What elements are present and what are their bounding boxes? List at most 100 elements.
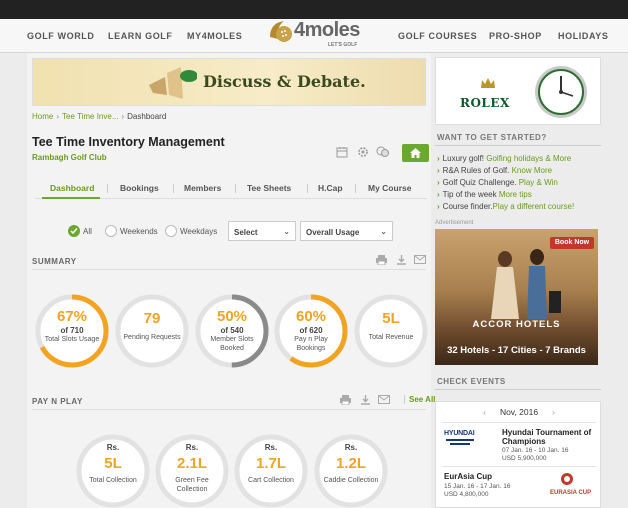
tab-hcap[interactable]: H.Cap	[318, 183, 343, 193]
mail-icon[interactable]	[378, 395, 390, 404]
summary-card[interactable]: 50% of 540 Member Slots Booked	[194, 293, 270, 369]
tab-members[interactable]: Members	[184, 183, 221, 193]
get-started-item[interactable]: › Golf Quiz Challenge. Play & Win	[437, 178, 558, 187]
card-label: Caddie Collection	[323, 477, 379, 484]
rolex-ad[interactable]: ROLEX	[435, 57, 601, 125]
nav-pro-shop[interactable]: PRO-SHOP	[489, 31, 542, 41]
get-started-item[interactable]: › Tip of the week More tips	[437, 190, 532, 199]
breadcrumb-home[interactable]: Home	[32, 112, 53, 121]
crown-icon	[481, 78, 495, 88]
summary-card[interactable]: 67% of 710 Total Slots Usage	[34, 293, 110, 369]
event-dates: 15 Jan. 16 - 17 Jan. 16	[444, 483, 511, 490]
chevron-left-icon[interactable]: ‹	[483, 407, 486, 417]
event-prize: USD 4,800,000	[444, 491, 489, 498]
ring-track	[115, 294, 189, 368]
chevron-right-icon[interactable]: ›	[552, 407, 555, 417]
print-icon[interactable]	[376, 254, 387, 265]
card-value: 67%	[56, 308, 88, 325]
tab-divider	[235, 184, 236, 193]
breadcrumb-sep-icon: ›	[121, 112, 125, 121]
event-title: Hyundai Tournament of Champions	[502, 428, 592, 446]
tab-divider	[107, 184, 108, 193]
summary-heading: SUMMARY	[32, 257, 77, 266]
travel-couple-illustration	[491, 249, 561, 319]
hyundai-logo: HYUNDAI	[444, 430, 475, 437]
get-started-item[interactable]: › R&A Rules of Golf. Know More	[437, 166, 552, 175]
event-dates: 07 Jan. 16 - 10 Jan. 16	[502, 447, 569, 454]
filter-bar: All Weekends Weekdays Select ⌄ Overall U…	[65, 221, 425, 243]
arrow-right-icon: ›	[437, 166, 440, 175]
event-prize: USD 5,900,000	[502, 455, 547, 462]
card-value: 5L	[382, 310, 400, 327]
card-value: 5L	[104, 455, 122, 472]
banner-title: Discuss & Debate.	[203, 72, 366, 91]
mail-icon[interactable]	[414, 255, 426, 264]
logo-text: 4moles	[294, 19, 360, 41]
eurasia-cup-logo: EURASIA CUP	[550, 490, 592, 496]
accor-stats: 32 Hotels - 17 Cities - 7 Brands	[447, 345, 586, 356]
breadcrumb: Home › Tee Time Inve... › Dashboard	[32, 112, 166, 121]
currency-prefix: Rs.	[185, 443, 199, 452]
main-content: Discuss & Debate. Home › Tee Time Inve... ›…	[27, 53, 435, 508]
tab-divider	[307, 184, 308, 193]
nav-learn-golf[interactable]: LEARN GOLF	[108, 31, 173, 41]
nav-golf-world[interactable]: GOLF WORLD	[27, 31, 95, 41]
tab-divider	[173, 184, 174, 193]
card-value: 79	[143, 310, 161, 327]
paynplay-heading: PAY N PLAY	[32, 397, 83, 406]
currency-prefix: Rs.	[344, 443, 358, 452]
get-started-item[interactable]: › Course finder.Play a different course!	[437, 202, 574, 211]
nav-my4moles[interactable]: MY4MOLES	[187, 31, 242, 41]
progress-ring	[354, 294, 428, 368]
paynplay-card[interactable]: Rs. 5L Total Collection	[75, 433, 151, 508]
download-icon[interactable]	[396, 254, 407, 265]
radio-all[interactable]	[68, 225, 80, 237]
summary-divider	[32, 269, 426, 270]
radio-weekdays-label: Weekdays	[180, 227, 218, 236]
progress-ring	[115, 294, 189, 368]
active-tab-indicator	[42, 197, 100, 199]
home-icon	[410, 148, 421, 158]
arrow-right-icon: ›	[437, 190, 440, 199]
chevron-down-icon: ⌄	[380, 227, 387, 236]
check-icon	[70, 228, 78, 235]
gear-icon[interactable]	[357, 146, 369, 158]
ring-track	[354, 294, 428, 368]
select-dropdown[interactable]: Select ⌄	[228, 221, 296, 241]
card-value: 60%	[295, 308, 327, 325]
home-button[interactable]	[402, 144, 429, 162]
get-started-item[interactable]: › Luxury golf! Golfing holidays & More	[437, 154, 571, 163]
download-icon[interactable]	[360, 394, 371, 405]
currency-prefix: Rs.	[264, 443, 278, 452]
tab-tee-sheets[interactable]: Tee Sheets	[247, 183, 291, 193]
usage-dropdown[interactable]: Overall Usage ⌄	[300, 221, 393, 241]
tab-dashboard[interactable]: Dashboard	[50, 183, 94, 193]
site-logo[interactable]: 4moles LET'S GOLF	[266, 15, 362, 49]
arrow-right-icon: ›	[437, 154, 440, 163]
radio-weekends[interactable]	[105, 225, 117, 237]
discuss-banner[interactable]: Discuss & Debate.	[32, 58, 426, 106]
summary-card[interactable]: 5L Total Revenue	[353, 293, 429, 369]
paynplay-card[interactable]: Rs. 2.1L Green Fee Collection	[154, 433, 230, 508]
usage-value: Overall Usage	[306, 228, 360, 237]
tab-my-course[interactable]: My Course	[368, 183, 411, 193]
book-now-button[interactable]: Book Now	[550, 237, 594, 249]
radio-weekdays[interactable]	[165, 225, 177, 237]
calendar-icon[interactable]	[336, 146, 348, 158]
nav-holidays[interactable]: HOLIDAYS	[558, 31, 608, 41]
golf-ball-logo-icon	[270, 21, 292, 42]
nav-golf-courses[interactable]: GOLF COURSES	[398, 31, 477, 41]
print-icon[interactable]	[340, 394, 351, 405]
paynplay-card[interactable]: Rs. 1.2L Caddie Collection	[313, 433, 389, 508]
get-started-heading: WANT TO GET STARTED?	[437, 133, 547, 142]
summary-card[interactable]: 79 Pending Requests	[114, 293, 190, 369]
page-title: Tee Time Inventory Management	[32, 135, 225, 149]
breadcrumb-parent[interactable]: Tee Time Inve...	[62, 112, 118, 121]
chat-icon[interactable]	[376, 146, 389, 158]
card-label: Green Fee Collection	[175, 477, 209, 493]
accor-hotels-ad[interactable]: Book Now ACCOR HOTELS 32 Hotels - 17 Cit…	[435, 229, 598, 365]
summary-card[interactable]: 60% of 620 Pay n Play Bookings	[273, 293, 349, 369]
radio-weekends-label: Weekends	[120, 227, 158, 236]
paynplay-card[interactable]: Rs. 1.7L Cart Collection	[233, 433, 309, 508]
tab-bookings[interactable]: Bookings	[120, 183, 159, 193]
